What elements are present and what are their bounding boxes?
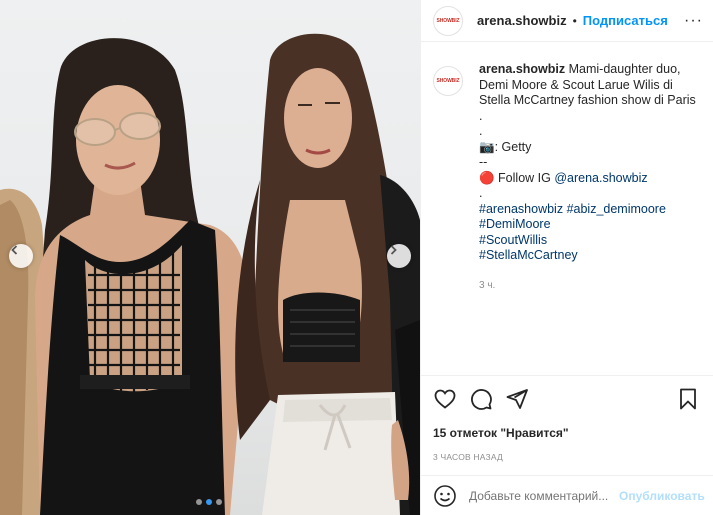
header-username[interactable]: arena.showbiz xyxy=(477,13,567,28)
avatar-text: SHOWBIZ xyxy=(436,78,460,84)
caption-avatar[interactable]: SHOWBIZ xyxy=(433,66,463,96)
post-photo[interactable] xyxy=(0,0,420,515)
caption-credit: 📷: Getty xyxy=(479,140,705,156)
more-options-icon[interactable]: ··· xyxy=(684,12,703,30)
avatar[interactable]: SHOWBIZ xyxy=(433,5,463,36)
carousel-prev-button[interactable] xyxy=(9,244,33,268)
action-icons xyxy=(421,376,713,422)
likes-count[interactable]: 15 отметок "Нравится" xyxy=(421,422,713,440)
carousel-next-button[interactable] xyxy=(387,244,411,268)
caption-username[interactable]: arena.showbiz xyxy=(479,62,565,76)
caption-follow-line: 🔴 Follow IG @arena.showbiz xyxy=(479,171,705,187)
carousel-dot xyxy=(196,499,202,505)
hashtag-link[interactable]: #abiz_demimoore xyxy=(563,202,666,216)
post-actions: 15 отметок "Нравится" 3 ЧАСОВ НАЗАД xyxy=(421,375,713,462)
carousel-dot-active xyxy=(206,499,212,505)
header-separator: • xyxy=(572,13,577,28)
camera-icon: 📷 xyxy=(479,139,495,154)
caption-area: SHOWBIZ arena.showbiz Mami-daughter duo,… xyxy=(433,62,705,293)
carousel-indicator xyxy=(196,499,222,505)
caption-dot: . xyxy=(479,124,483,138)
share-icon[interactable] xyxy=(505,387,529,411)
carousel-dot xyxy=(216,499,222,505)
photo-illustration xyxy=(0,33,420,515)
post-timestamp[interactable]: 3 ЧАСОВ НАЗАД xyxy=(421,440,713,462)
post-header: SHOWBIZ arena.showbiz • Подписаться ··· xyxy=(421,0,713,42)
bookmark-icon[interactable] xyxy=(676,387,700,411)
caption-row: SHOWBIZ arena.showbiz Mami-daughter duo,… xyxy=(433,62,705,293)
emoji-icon[interactable] xyxy=(433,484,457,508)
hashtag-link[interactable]: #arenashowbiz #abiz_demimoore xyxy=(479,202,705,218)
comment-input[interactable] xyxy=(469,488,619,503)
hashtag-link[interactable]: #StellaMcCartney xyxy=(479,248,705,264)
red-circle-icon: 🔴 xyxy=(479,170,495,185)
caption-dot: . xyxy=(479,108,483,123)
chevron-right-icon xyxy=(390,245,397,255)
chevron-left-icon xyxy=(11,245,18,255)
post-comment-button[interactable]: Опубликовать xyxy=(619,489,705,503)
credit-text: : Getty xyxy=(494,139,532,154)
mention-link[interactable]: @arena.showbiz xyxy=(554,171,647,185)
caption-body: arena.showbiz Mami-daughter duo, Demi Mo… xyxy=(479,62,705,293)
hashtag-link[interactable]: #DemiMoore xyxy=(479,217,705,233)
comment-icon[interactable] xyxy=(469,387,493,411)
hashtag-link[interactable]: #ScoutWillis xyxy=(479,233,705,249)
comment-form: Опубликовать xyxy=(421,475,713,515)
caption-timestamp[interactable]: 3 ч. xyxy=(479,278,705,294)
heart-icon[interactable] xyxy=(433,387,457,411)
caption-dot: . xyxy=(479,186,483,200)
caption-dash: -- xyxy=(479,155,488,169)
avatar-text: SHOWBIZ xyxy=(436,17,460,24)
follow-text: Follow IG xyxy=(494,170,555,185)
post-side-panel: SHOWBIZ arena.showbiz • Подписаться ··· … xyxy=(420,0,713,515)
follow-button[interactable]: Подписаться xyxy=(583,13,668,28)
